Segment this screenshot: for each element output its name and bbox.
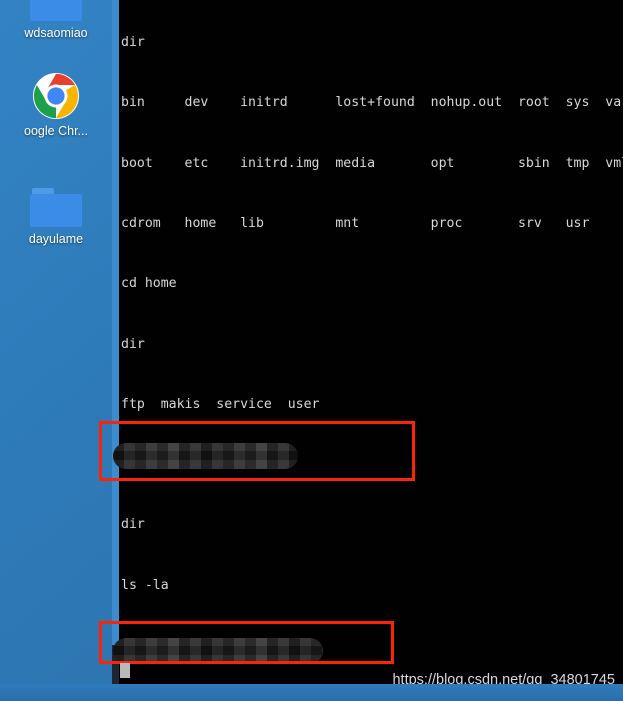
terminal-line: cdrom home lib mnt proc srv usr xyxy=(121,216,590,232)
terminal-line: dir xyxy=(121,35,145,51)
desktop-background[interactable]: wdsaomiao oogle Chr... dayulame xyxy=(0,0,112,701)
terminal-window[interactable]: dir bin dev initrd lost+found nohup.out … xyxy=(112,0,623,684)
terminal-output: dir bin dev initrd lost+found nohup.out … xyxy=(121,0,623,684)
terminal-scrollbar[interactable] xyxy=(112,0,119,684)
desktop-bottom-strip xyxy=(0,684,623,701)
desktop-icon-google-chrome[interactable]: oogle Chr... xyxy=(0,72,112,139)
terminal-line: bin dev initrd lost+found nohup.out root… xyxy=(121,95,623,111)
folder-icon xyxy=(30,0,82,22)
user-flag-redaction xyxy=(113,443,298,469)
terminal-line: dir xyxy=(121,517,145,533)
terminal-cursor xyxy=(120,663,130,678)
screen: wdsaomiao oogle Chr... dayulame dir bin … xyxy=(0,0,623,701)
desktop-icon-dayulame[interactable]: dayulame xyxy=(0,188,112,247)
desktop-icon-label: dayulame xyxy=(28,232,84,246)
desktop-icon-label: wdsaomiao xyxy=(24,26,88,40)
folder-icon xyxy=(30,188,82,228)
terminal-line: cd home xyxy=(121,276,177,292)
terminal-line: ftp makis service user xyxy=(121,396,320,412)
terminal-line: boot etc initrd.img media opt sbin tmp v… xyxy=(121,155,623,171)
google-chrome-icon xyxy=(32,72,80,120)
terminal-line: ls -la xyxy=(121,577,169,593)
desktop-icon-label: oogle Chr... xyxy=(24,124,88,138)
desktop-icon-wdsaomiao[interactable]: wdsaomiao xyxy=(0,0,112,41)
terminal-line: dir xyxy=(121,336,145,352)
root-flag-redaction xyxy=(113,638,323,664)
scrollbar-thumb[interactable] xyxy=(112,0,119,645)
